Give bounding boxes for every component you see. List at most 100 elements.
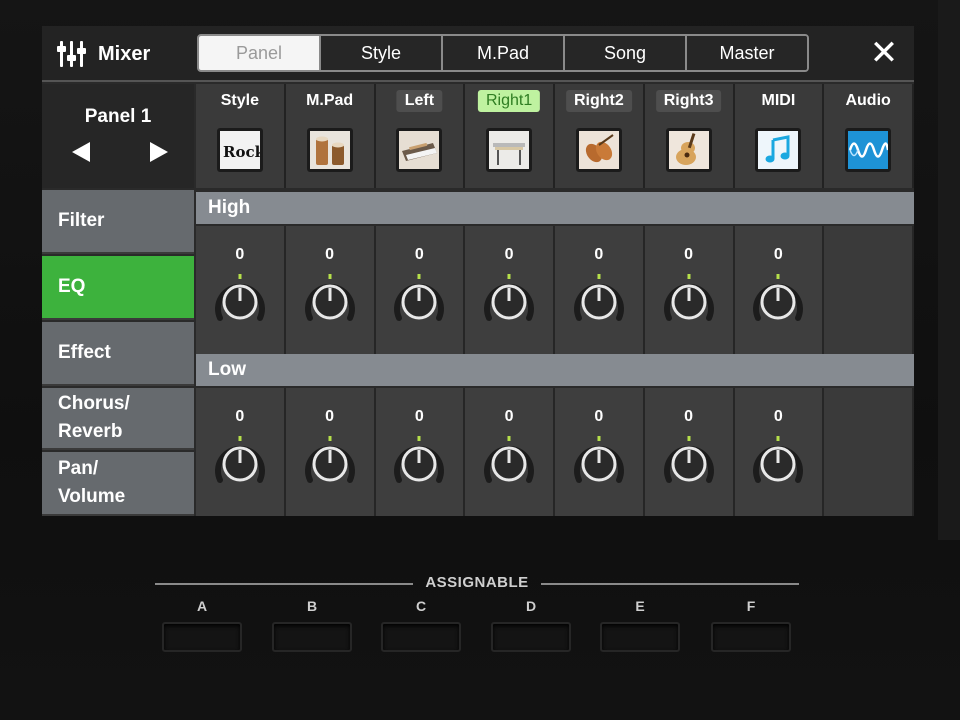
menu-item-label: Chorus/ Reverb — [58, 393, 130, 442]
eq-value: 0 — [504, 408, 514, 425]
category-menu: Filter EQ Effect Chorus/ Reverb Pan/ Vol… — [42, 190, 194, 516]
close-icon[interactable]: ✕ — [868, 36, 900, 70]
eq-low-knob-cell[interactable]: 0 — [196, 388, 286, 516]
rock-icon-text: Rock — [223, 143, 260, 161]
eq-value: 0 — [325, 408, 335, 425]
channel-midi[interactable]: MIDI — [734, 84, 825, 188]
assign-a-button[interactable] — [162, 622, 242, 652]
assign-f-button[interactable] — [711, 622, 791, 652]
menu-item-eq[interactable]: EQ — [42, 256, 194, 320]
panel-selector: Panel 1 — [42, 84, 194, 188]
assignable-divider — [541, 583, 799, 585]
channel-audio[interactable]: Audio — [824, 84, 914, 188]
eq-high-header: High — [196, 192, 914, 224]
assign-e-label: E — [635, 598, 645, 614]
eq-high-knob-cell[interactable]: 0 — [644, 226, 735, 354]
eq-value: 0 — [773, 246, 783, 263]
assign-d-label: D — [525, 598, 537, 614]
bezel-edge — [938, 0, 960, 540]
eq-high-row: 0 0 0 0 0 0 0 — [196, 226, 914, 354]
synth-keyboard-icon — [396, 128, 443, 172]
rotary-knob-icon — [663, 274, 714, 321]
menu-item-label: Filter — [58, 210, 105, 231]
menu-item-label: EQ — [58, 276, 86, 297]
channel-mpad[interactable]: M.Pad — [285, 84, 376, 188]
channel-label: Left — [396, 90, 443, 112]
eq-value: 0 — [684, 408, 694, 425]
eq-value: 0 — [325, 246, 335, 263]
tab-style[interactable]: Style — [321, 36, 443, 70]
eq-value: 0 — [594, 246, 604, 263]
eq-high-knob-cell[interactable]: 0 — [196, 226, 286, 354]
music-note-icon — [755, 128, 802, 172]
rotary-knob-icon — [304, 436, 355, 483]
eq-low-row: 0 0 0 0 0 0 0 — [196, 388, 914, 516]
channel-right3[interactable]: Right3 — [644, 84, 735, 188]
tab-panel[interactable]: Panel — [199, 36, 321, 70]
eq-value: 0 — [235, 246, 245, 263]
app-title: Mixer — [56, 36, 150, 72]
rock-style-icon: Rock — [216, 128, 263, 172]
channel-style[interactable]: Style Rock — [196, 84, 286, 188]
menu-item-pan-volume[interactable]: Pan/ Volume — [42, 452, 194, 516]
eq-value: 0 — [504, 246, 514, 263]
eq-low-knob-cell[interactable]: 0 — [555, 388, 645, 516]
menu-item-effect[interactable]: Effect — [42, 322, 194, 386]
rotary-knob-icon — [663, 436, 714, 483]
rotary-knob-icon — [394, 274, 445, 321]
panel-label: Panel 1 — [84, 106, 152, 127]
rotary-knob-icon — [753, 274, 804, 321]
waveform-icon — [845, 128, 892, 172]
menu-item-label: Effect — [58, 342, 111, 363]
menu-item-filter[interactable]: Filter — [42, 190, 194, 254]
tab-song[interactable]: Song — [565, 36, 687, 70]
eq-high-knob-cell[interactable]: 0 — [375, 226, 466, 354]
eq-high-knob-cell[interactable]: 0 — [465, 226, 555, 354]
assign-a-label: A — [196, 598, 208, 614]
rotary-knob-icon — [573, 274, 624, 321]
rotary-knob-icon — [484, 436, 535, 483]
eq-value: 0 — [414, 246, 424, 263]
eq-low-knob-cell[interactable]: 0 — [375, 388, 466, 516]
assign-c-button[interactable] — [381, 622, 461, 652]
eq-high-knob-cell[interactable]: 0 — [285, 226, 376, 354]
touch-screen: Mixer Panel Style M.Pad Song Master ✕ Pa… — [42, 26, 914, 516]
channel-left[interactable]: Left — [375, 84, 466, 188]
rotary-knob-icon — [304, 274, 355, 321]
channel-right1[interactable]: Right1 — [465, 84, 555, 188]
assign-b-label: B — [306, 598, 318, 614]
eq-high-knob-cell[interactable]: 0 — [734, 226, 825, 354]
channel-header: Style Rock M.Pad Left — [196, 84, 914, 190]
eq-low-knob-cell[interactable]: 0 — [465, 388, 555, 516]
eq-low-knob-cell[interactable]: 0 — [734, 388, 825, 516]
tab-master[interactable]: Master — [687, 36, 807, 70]
menu-item-chorus-reverb[interactable]: Chorus/ Reverb — [42, 388, 194, 450]
channel-right2[interactable]: Right2 — [555, 84, 645, 188]
eq-value: 0 — [414, 408, 424, 425]
assign-f-label: F — [746, 598, 756, 614]
eq-low-empty-cell — [824, 388, 914, 516]
eq-value: 0 — [594, 408, 604, 425]
previous-panel-icon[interactable] — [72, 142, 90, 162]
assign-e-button[interactable] — [600, 622, 680, 652]
eq-value: 0 — [235, 408, 245, 425]
channel-label: Right3 — [655, 90, 722, 112]
eq-value: 0 — [684, 246, 694, 263]
rotary-knob-icon — [484, 274, 535, 321]
string-ensemble-icon — [575, 128, 622, 172]
assign-d-button[interactable] — [491, 622, 571, 652]
rotary-knob-icon — [394, 436, 445, 483]
eq-high-knob-cell[interactable]: 0 — [555, 226, 645, 354]
rotary-knob-icon — [214, 274, 265, 321]
rotary-knob-icon — [573, 436, 624, 483]
channel-label: Right2 — [565, 90, 632, 112]
rotary-knob-icon — [753, 436, 804, 483]
eq-low-knob-cell[interactable]: 0 — [285, 388, 376, 516]
channel-label: M.Pad — [306, 92, 354, 109]
eq-low-knob-cell[interactable]: 0 — [644, 388, 735, 516]
assignable-divider — [155, 583, 413, 585]
assign-b-button[interactable] — [272, 622, 352, 652]
assign-c-label: C — [415, 598, 427, 614]
tab-mpad[interactable]: M.Pad — [443, 36, 565, 70]
next-panel-icon[interactable] — [150, 142, 168, 162]
